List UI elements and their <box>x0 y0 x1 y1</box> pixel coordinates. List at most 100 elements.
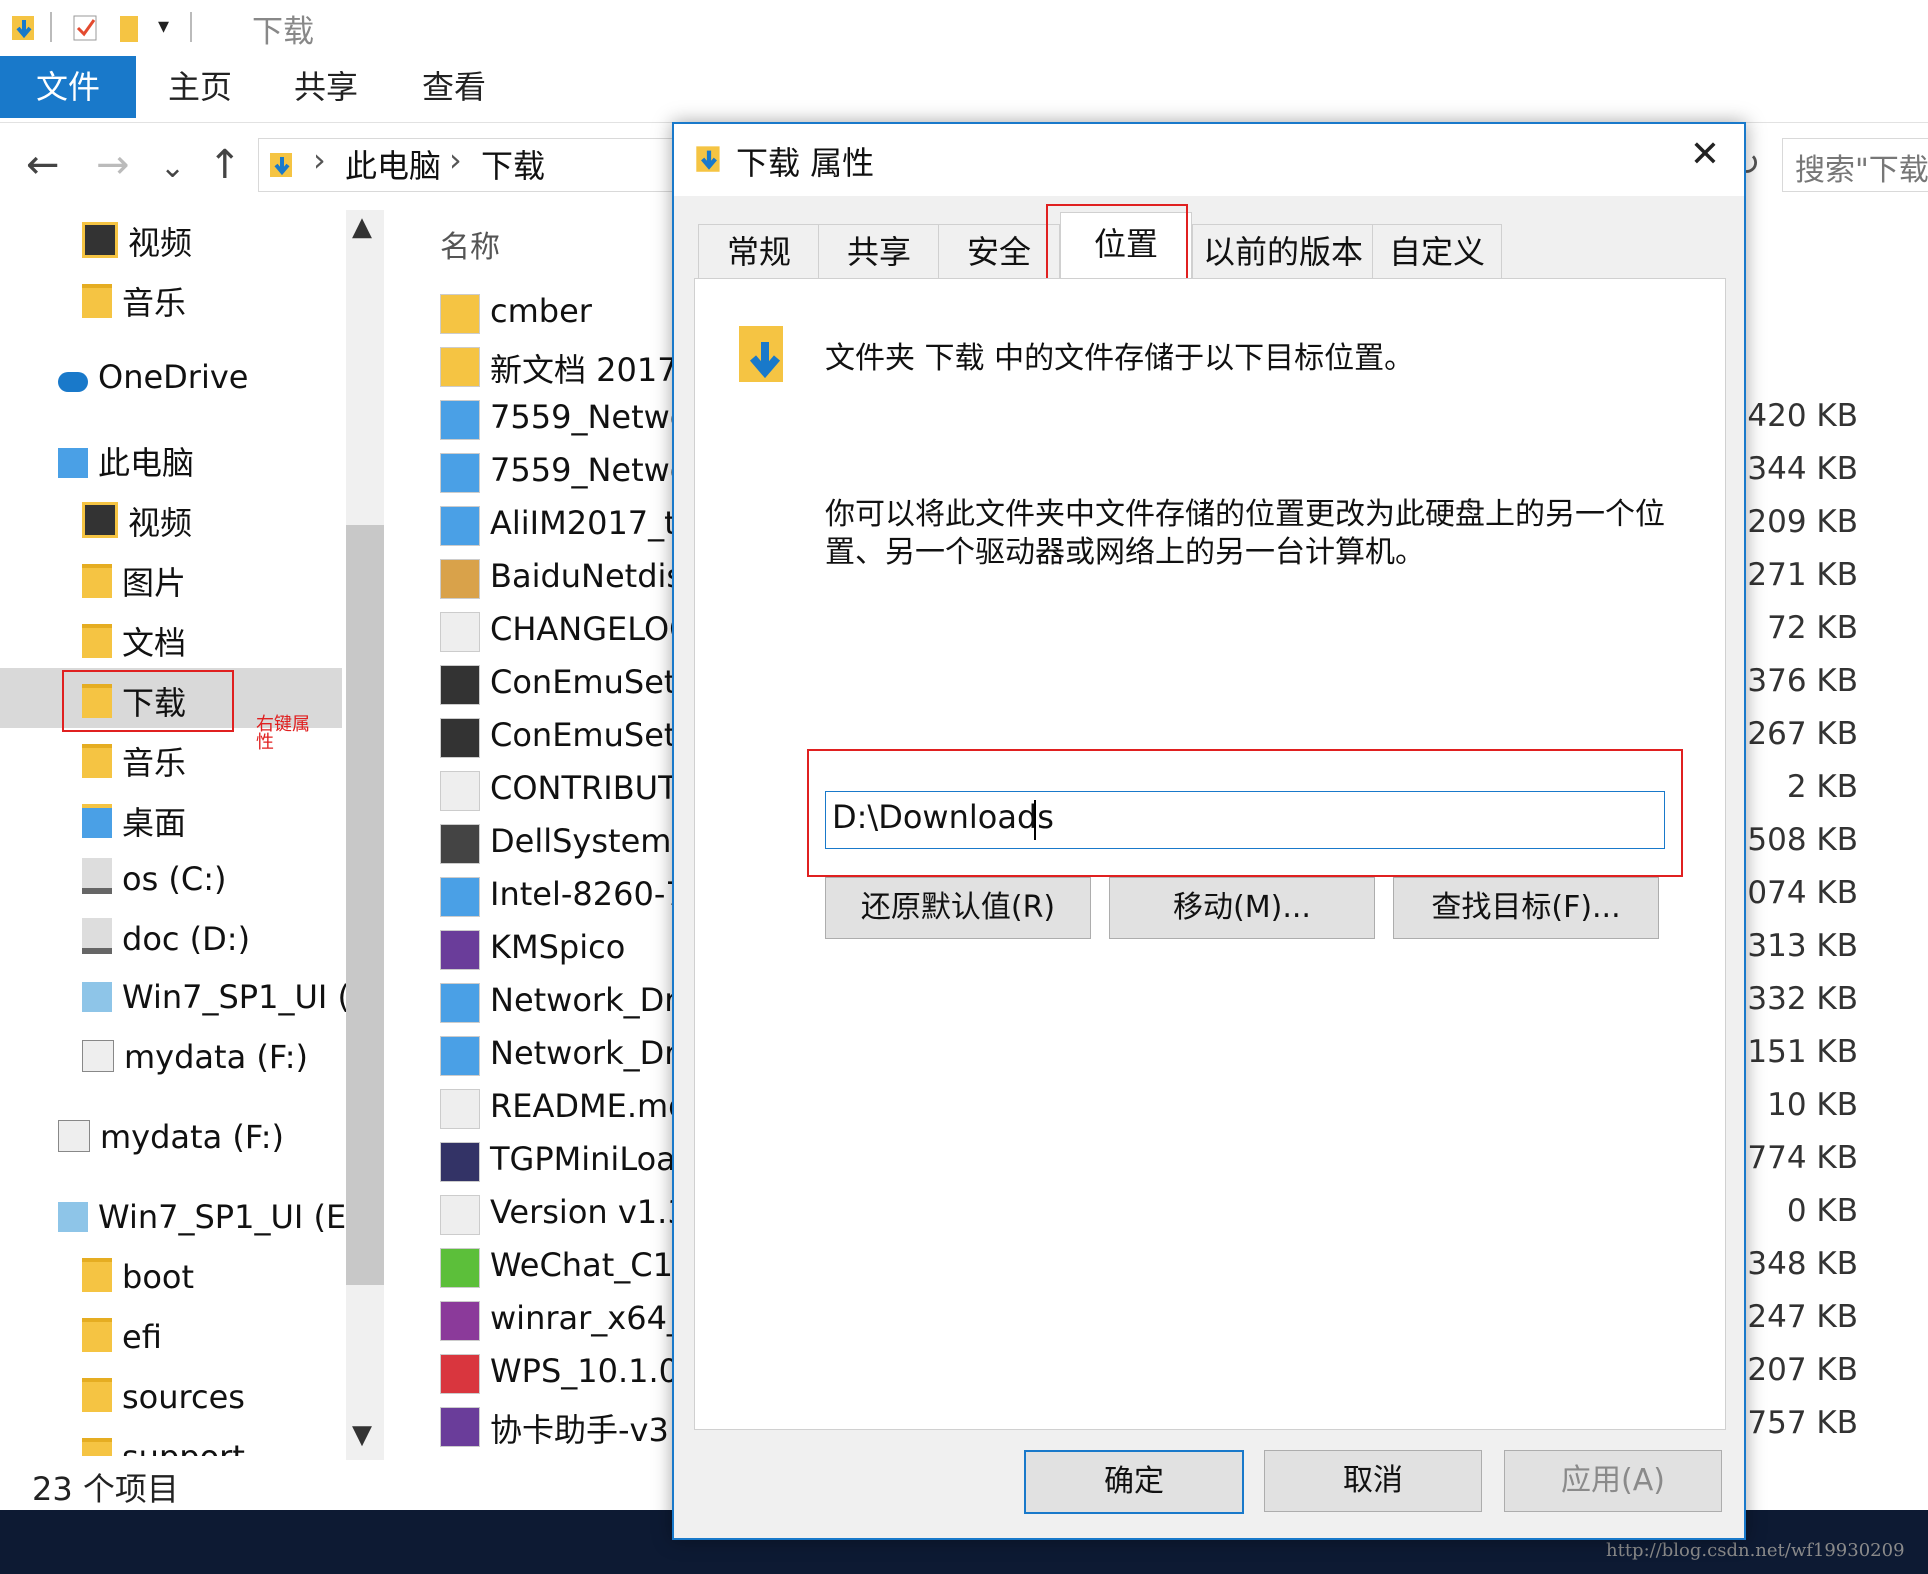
file-name[interactable]: 7559_Netwo <box>490 398 689 436</box>
dialog-titlebar: 下载 属性 ✕ <box>674 124 1744 196</box>
file-name[interactable]: KMSpico <box>490 928 625 966</box>
chevron-right-icon: › <box>313 141 326 179</box>
customize-dropdown-icon[interactable]: ▾ <box>158 14 169 39</box>
scroll-up-icon[interactable]: ▲ <box>352 212 372 242</box>
move-button[interactable]: 移动(M)... <box>1109 877 1375 939</box>
file-name[interactable]: TGPMiniLoad <box>490 1140 696 1178</box>
file-name[interactable]: CONTRIBUTI <box>490 769 687 807</box>
file-icon <box>440 824 480 864</box>
nav-item-support[interactable]: support <box>82 1438 245 1456</box>
file-name[interactable]: cmber <box>490 292 592 330</box>
dialog-title: 下载 属性 <box>736 144 875 182</box>
apply-button[interactable]: 应用(A) <box>1504 1450 1722 1512</box>
nav-item-sources[interactable]: sources <box>82 1378 245 1416</box>
downloads-folder-icon[interactable] <box>10 10 38 44</box>
video-folder-icon <box>82 222 118 258</box>
folder-icon <box>82 1438 112 1456</box>
sd-card-icon <box>82 1040 114 1072</box>
file-name[interactable]: AliIM2017_ta <box>490 504 696 542</box>
breadcrumb-downloads[interactable]: 下载 <box>481 141 545 187</box>
pictures-folder-icon <box>82 564 112 598</box>
nav-item-drive-f-root[interactable]: mydata (F:) <box>58 1118 284 1156</box>
file-icon <box>440 1036 480 1076</box>
file-name[interactable]: WeChat_C10 <box>490 1246 693 1284</box>
tab-share[interactable]: 共享 <box>276 56 376 118</box>
nav-item-pictures[interactable]: 图片 <box>82 558 186 604</box>
downloads-folder-icon <box>739 326 783 382</box>
nav-scrollbar-thumb[interactable] <box>346 525 384 1285</box>
file-name[interactable]: DellSystemD <box>490 822 696 860</box>
file-icon <box>440 612 480 652</box>
nav-item-videos[interactable]: 视频 <box>82 218 192 264</box>
cancel-button[interactable]: 取消 <box>1264 1450 1482 1512</box>
close-icon[interactable]: ✕ <box>1690 134 1720 175</box>
file-name[interactable]: 7559_Netwo <box>490 451 689 489</box>
nav-item-label: 文档 <box>122 624 187 662</box>
nav-item-onedrive[interactable]: OneDrive <box>58 358 248 396</box>
nav-item-documents[interactable]: 文档 <box>82 618 186 664</box>
nav-item-music[interactable]: 音乐 <box>82 278 186 324</box>
nav-item-label: OneDrive <box>98 358 249 396</box>
column-header-name[interactable]: 名称 <box>440 222 500 266</box>
nav-item-label: support <box>122 1438 245 1456</box>
nav-item-efi[interactable]: efi <box>82 1318 162 1356</box>
file-name[interactable]: 新文档 2017- <box>490 345 689 391</box>
restore-default-button[interactable]: 还原默认值(R) <box>825 877 1091 939</box>
nav-item-drive-f[interactable]: mydata (F:) <box>82 1038 308 1076</box>
new-folder-icon[interactable] <box>116 10 144 44</box>
quick-access-toolbar: ▾ 下载 <box>0 0 1928 56</box>
nav-item-label: mydata (F:) <box>124 1038 309 1076</box>
tab-customize[interactable]: 自定义 <box>1372 224 1502 279</box>
nav-item-drive-d[interactable]: doc (D:) <box>82 918 250 958</box>
file-name[interactable]: Version v1.3. <box>490 1193 698 1231</box>
tab-general[interactable]: 常规 <box>698 224 820 279</box>
file-name[interactable]: CHANGELOG <box>490 610 694 648</box>
forward-arrow-icon[interactable]: → <box>96 142 130 188</box>
tab-security[interactable]: 安全 <box>938 224 1060 279</box>
recent-dropdown-icon[interactable]: ⌄ <box>160 150 185 185</box>
nav-item-videos[interactable]: 视频 <box>82 498 192 544</box>
annotation-text: 右键属性 <box>256 714 310 753</box>
drive-icon <box>82 858 112 894</box>
back-arrow-icon[interactable]: ← <box>26 142 60 188</box>
nav-item-label: 视频 <box>128 224 193 262</box>
tab-sharing[interactable]: 共享 <box>818 224 940 279</box>
nav-item-drive-c[interactable]: os (C:) <box>82 858 227 898</box>
computer-icon <box>58 448 88 478</box>
tab-previous-versions[interactable]: 以前的版本 <box>1192 224 1374 279</box>
dvd-drive-icon <box>58 1202 88 1232</box>
file-icon <box>440 453 480 493</box>
nav-item-this-pc[interactable]: 此电脑 <box>58 438 194 484</box>
nav-item-drive-e[interactable]: Win7_SP1_UI (E <box>82 978 370 1016</box>
find-target-button[interactable]: 查找目标(F)... <box>1393 877 1659 939</box>
properties-check-icon[interactable] <box>72 10 100 44</box>
address-box[interactable]: › 此电脑 › 下载 <box>258 138 680 192</box>
nav-item-label: 桌面 <box>122 804 187 842</box>
tab-home[interactable]: 主页 <box>150 56 250 118</box>
nav-item-label: Win7_SP1_UI (E <box>122 978 371 1016</box>
file-name[interactable]: Intel-8260-7 <box>490 875 686 913</box>
folder-icon <box>82 1258 112 1292</box>
file-name[interactable]: ConEmuSetu <box>490 716 697 754</box>
nav-item-desktop[interactable]: 桌面 <box>82 798 186 844</box>
nav-item-music[interactable]: 音乐 <box>82 738 186 784</box>
file-icon <box>440 506 480 546</box>
tab-view[interactable]: 查看 <box>404 56 504 118</box>
file-name[interactable]: README.md <box>490 1087 688 1125</box>
tab-file[interactable]: 文件 <box>0 56 136 118</box>
nav-item-drive-e-root[interactable]: Win7_SP1_UI (E:) <box>58 1198 369 1236</box>
search-placeholder: 搜索"下载" <box>1795 153 1928 188</box>
file-name[interactable]: 协卡助手-v3.2 <box>490 1405 699 1451</box>
nav-item-label: doc (D:) <box>122 920 251 958</box>
search-input[interactable]: 搜索"下载" <box>1782 138 1928 192</box>
watermark: http://blog.csdn.net/wf19930209 <box>1606 1540 1905 1561</box>
dvd-drive-icon <box>82 982 112 1012</box>
nav-item-boot[interactable]: boot <box>82 1258 194 1296</box>
scroll-down-icon[interactable]: ▼ <box>352 1420 372 1450</box>
file-name[interactable]: ConEmuSetu <box>490 663 697 701</box>
nav-item-label: mydata (F:) <box>100 1118 285 1156</box>
ok-button[interactable]: 确定 <box>1024 1450 1244 1514</box>
file-name[interactable]: BaiduNetdisk <box>490 557 702 595</box>
breadcrumb-this-pc[interactable]: 此电脑 <box>345 141 441 187</box>
up-arrow-icon[interactable]: ↑ <box>208 142 242 188</box>
